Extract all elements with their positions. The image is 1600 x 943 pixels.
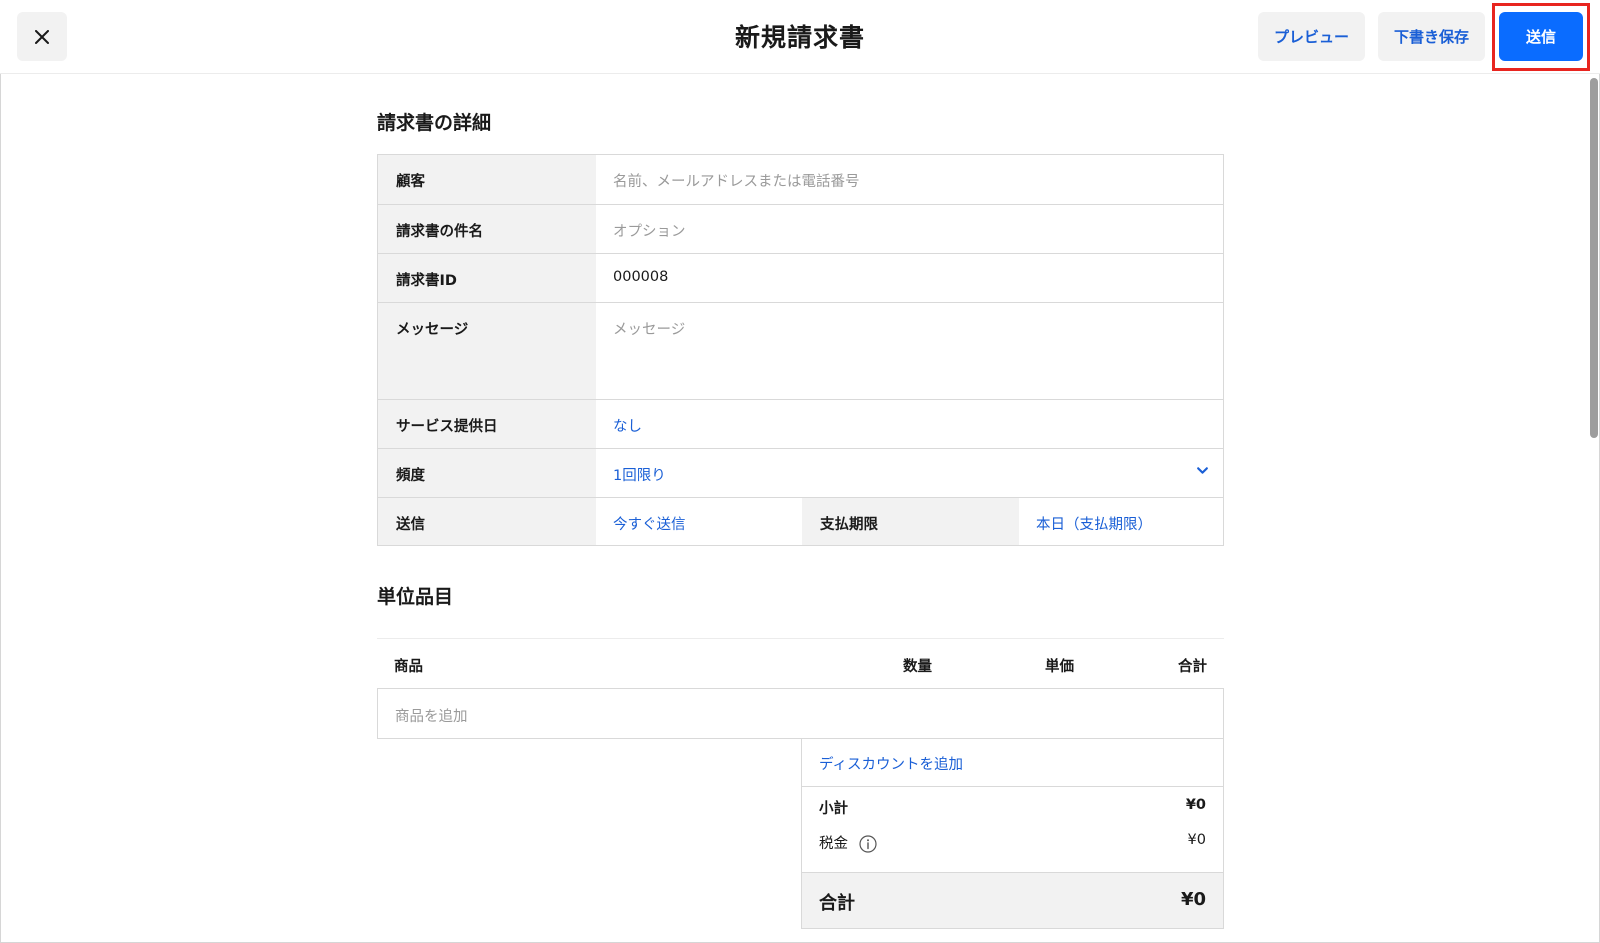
send-label: 送信 [378, 498, 596, 545]
items-header: 商品 数量 単価 合計 [377, 638, 1224, 689]
due-date-link[interactable]: 本日（支払期限） [1019, 498, 1223, 545]
frequency-row: 頻度 1回限り [378, 448, 1223, 497]
subject-label: 請求書の件名 [378, 205, 596, 253]
items-section-title: 単位品目 [377, 586, 454, 608]
invoice-id-row: 請求書ID 000008 [378, 253, 1223, 302]
customer-input[interactable]: 名前、メールアドレスまたは電話番号 [596, 155, 1223, 204]
add-product-input[interactable]: 商品を追加 [377, 689, 1224, 739]
subtotal-amount: ¥0 [1185, 797, 1206, 813]
save-draft-button[interactable]: 下書き保存 [1378, 12, 1485, 61]
invoice-id-input[interactable]: 000008 [596, 254, 1223, 302]
frequency-label: 頻度 [378, 449, 596, 497]
add-discount-link[interactable]: ディスカウントを追加 [802, 738, 1223, 787]
scrollbar[interactable] [1590, 78, 1598, 438]
subject-row: 請求書の件名 オプション [378, 204, 1223, 253]
column-total: 合計 [1178, 659, 1207, 675]
info-icon[interactable] [859, 835, 877, 853]
total-label: 合計 [819, 893, 855, 914]
tax-row: 税金 ¥0 [802, 822, 1223, 872]
customer-label: 顧客 [378, 155, 596, 204]
column-unit-price: 単価 [1045, 659, 1074, 675]
tax-amount: ¥0 [1187, 832, 1206, 848]
details-table: 顧客 名前、メールアドレスまたは電話番号 請求書の件名 オプション 請求書ID … [377, 154, 1224, 546]
subject-input[interactable]: オプション [596, 205, 1223, 253]
invoice-id-label: 請求書ID [378, 254, 596, 302]
service-date-row: サービス提供日 なし [378, 399, 1223, 448]
total-row: 合計 ¥0 [802, 872, 1223, 928]
send-due-row: 送信 今すぐ送信 支払期限 本日（支払期限） [378, 497, 1223, 545]
service-date-label: サービス提供日 [378, 400, 596, 448]
summary-panel: ディスカウントを追加 小計 ¥0 税金 ¥0 合計 ¥0 [801, 738, 1224, 929]
chevron-down-icon [1197, 467, 1208, 474]
message-textarea[interactable]: メッセージ [596, 303, 1223, 399]
tax-label: 税金 [819, 836, 848, 852]
service-date-link[interactable]: なし [596, 400, 1223, 448]
subtotal-label: 小計 [819, 801, 848, 817]
total-amount: ¥0 [1180, 889, 1206, 910]
column-product: 商品 [394, 659, 423, 675]
top-bar: 新規請求書 プレビュー 下書き保存 送信 [0, 0, 1600, 74]
details-section-title: 請求書の詳細 [377, 112, 492, 134]
subtotal-row: 小計 ¥0 [802, 787, 1223, 822]
send-timing-link[interactable]: 今すぐ送信 [596, 498, 802, 545]
send-button[interactable]: 送信 [1499, 12, 1583, 61]
frequency-value: 1回限り [613, 468, 666, 484]
due-label: 支払期限 [802, 498, 1019, 545]
message-label: メッセージ [378, 303, 596, 399]
column-quantity: 数量 [903, 659, 932, 675]
frequency-select[interactable]: 1回限り [596, 449, 1223, 497]
message-row: メッセージ メッセージ [378, 302, 1223, 399]
customer-row: 顧客 名前、メールアドレスまたは電話番号 [378, 155, 1223, 204]
preview-button[interactable]: プレビュー [1258, 12, 1365, 61]
